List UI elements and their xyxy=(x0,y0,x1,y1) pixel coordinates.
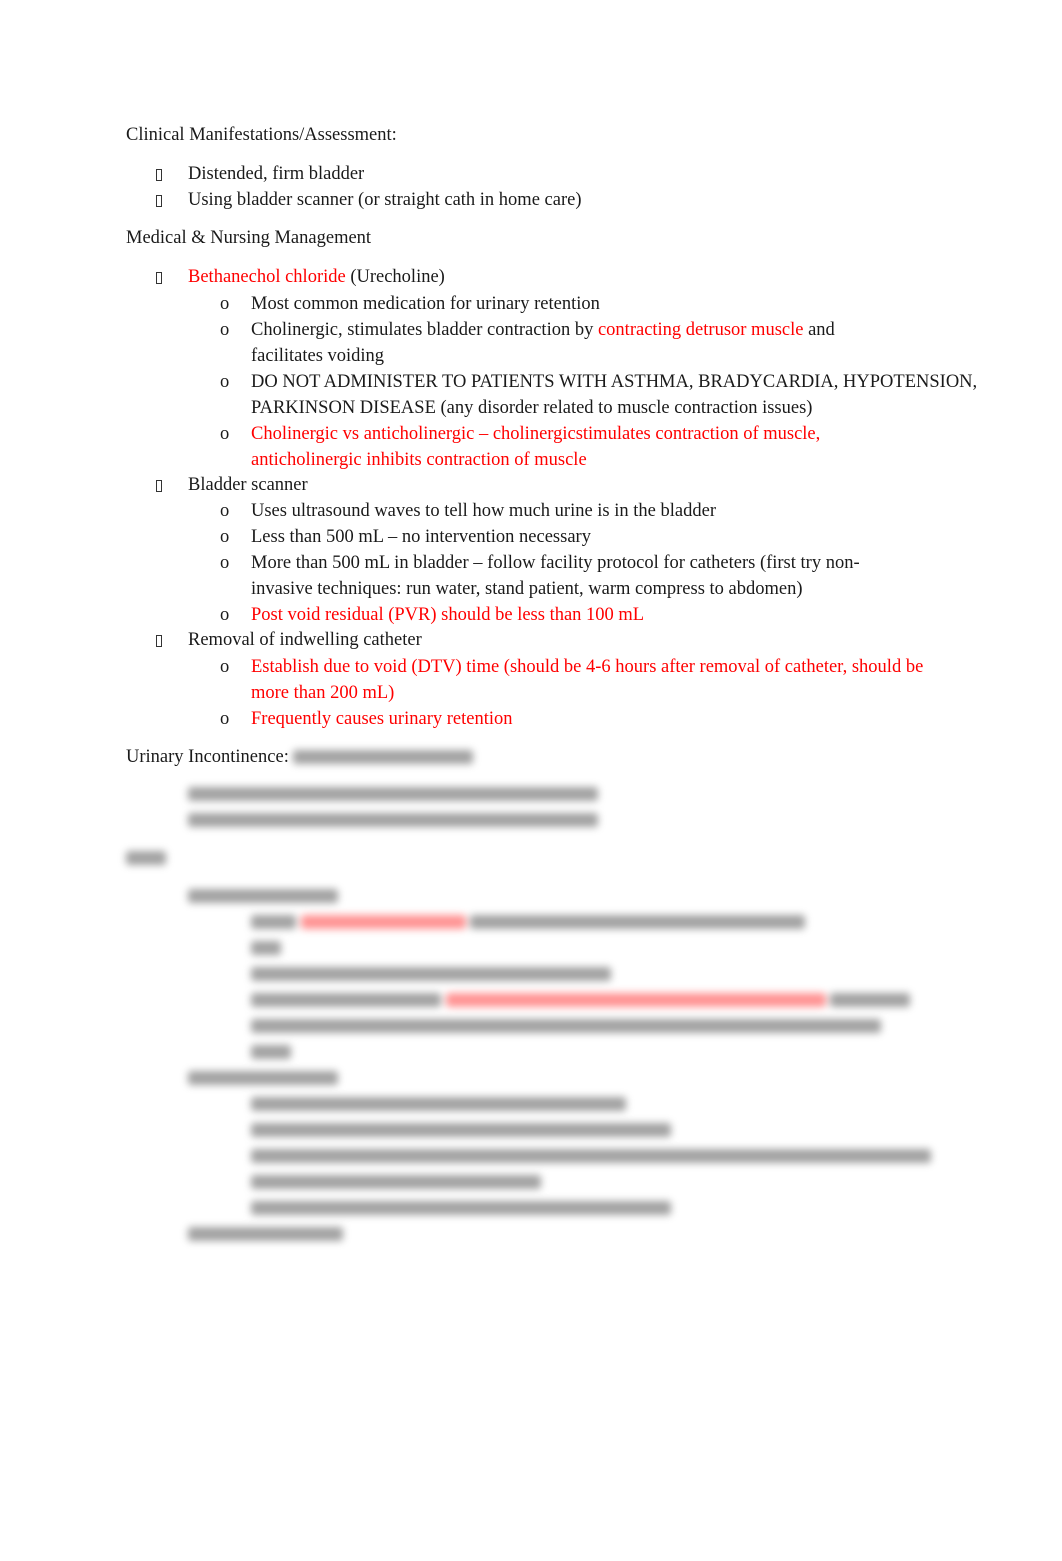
sublist-item: o Frequently causes urinary retention xyxy=(126,706,1006,732)
circle-bullet-icon: o xyxy=(220,708,230,729)
sublist-item: o DO NOT ADMINISTER TO PATIENTS WITH ASTH… xyxy=(126,369,1006,421)
list-item-catheter: Removal of indwelling catheter o Establis… xyxy=(126,628,1006,732)
sublist-item: o Most common medication for urinary rete… xyxy=(126,291,1006,317)
sublist-item: o Uses ultrasound waves to tell how much … xyxy=(126,498,1006,524)
sublist-item: o Cholinergic, stimulates bladder contrac… xyxy=(126,317,1006,369)
drug-brand: (Urecholine) xyxy=(345,267,445,287)
circle-bullet-icon: o xyxy=(220,527,230,547)
blurred-content xyxy=(126,784,1006,1250)
circle-bullet-icon: o xyxy=(220,293,230,314)
management-heading: Medical & Nursing Management xyxy=(126,228,372,248)
sublist: o Most common medication for urinary rete… xyxy=(188,291,1006,473)
document-page: Clinical Manifestations/Assessment: Dist… xyxy=(126,122,1006,1250)
blurred-text xyxy=(293,747,474,767)
circle-bullet-icon: o xyxy=(220,319,230,340)
list-item: Distended, firm bladder xyxy=(126,162,1006,188)
circle-bullet-icon: o xyxy=(220,656,230,677)
clinical-heading: Clinical Manifestations/Assessment: xyxy=(126,125,397,145)
sublist-item: o Establish due to void (DTV) time (shoul… xyxy=(126,654,1006,706)
bullet-icon xyxy=(156,272,162,284)
circle-bullet-icon: o xyxy=(220,501,230,521)
circle-bullet-icon: o xyxy=(220,553,230,573)
drug-name: Bethanechol chloride xyxy=(188,267,346,287)
clinical-list: Distended, firm bladder Using bladder sc… xyxy=(126,162,1006,213)
sublist: o Establish due to void (DTV) time (shoul… xyxy=(188,654,1006,732)
sublist-item: o Less than 500 mL – no intervention nece… xyxy=(126,524,1006,550)
circle-bullet-icon: o xyxy=(220,371,230,392)
list-item-scanner: Bladder scanner o Uses ultrasound waves t… xyxy=(126,473,1006,629)
list-item-bethanechol: Bethanechol chloride (Urecholine) o Most … xyxy=(126,265,1006,473)
incontinence-heading: Urinary Incontinence: xyxy=(126,744,1006,770)
bullet-icon xyxy=(156,194,162,207)
sublist: o Uses ultrasound waves to tell how much … xyxy=(188,498,1006,628)
list-item: Using bladder scanner (or straight cath … xyxy=(126,188,1006,214)
sublist-item: o More than 500 mL in bladder – follow fa… xyxy=(126,550,1006,602)
bullet-icon xyxy=(156,479,162,492)
bullet-icon xyxy=(156,635,162,647)
sublist-item: o Cholinergic vs anticholinergic – cholin… xyxy=(126,421,1006,473)
sublist-item: o Post void residual (PVR) should be less… xyxy=(126,602,1006,628)
circle-bullet-icon: o xyxy=(220,605,230,625)
bullet-icon xyxy=(156,169,162,181)
management-list: Bethanechol chloride (Urecholine) o Most … xyxy=(126,265,1006,732)
circle-bullet-icon: o xyxy=(220,423,230,444)
